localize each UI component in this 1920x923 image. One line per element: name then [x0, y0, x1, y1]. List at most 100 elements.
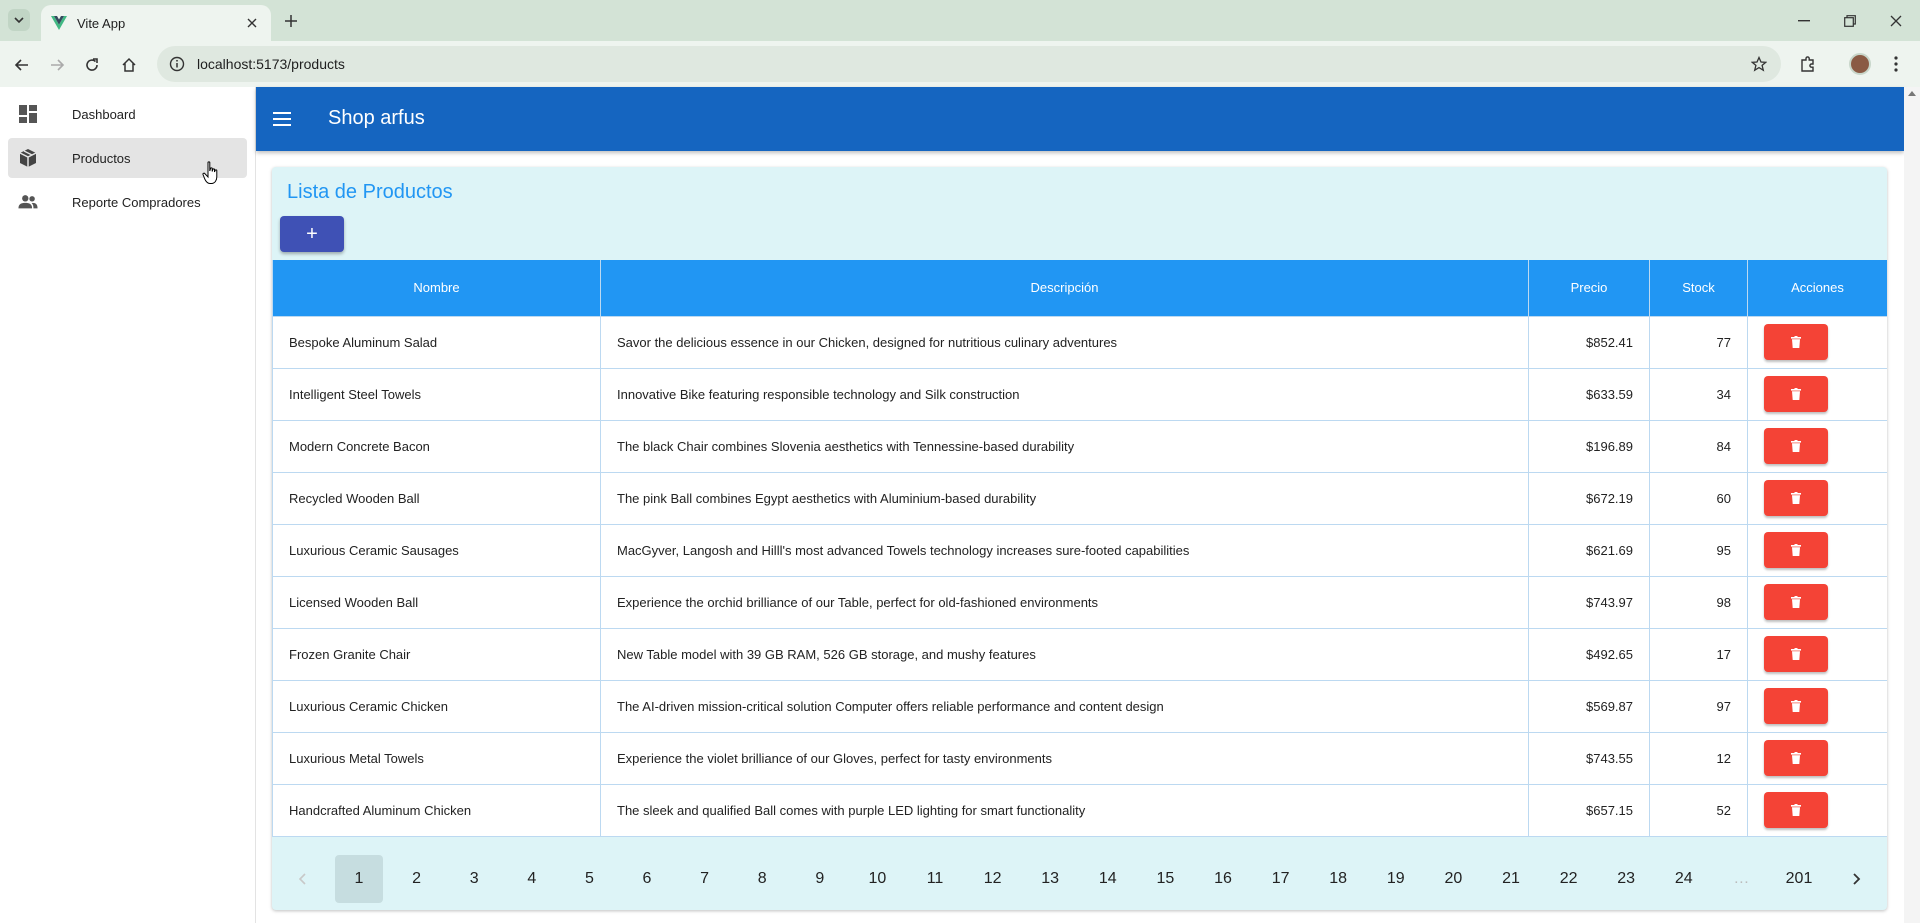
page-button-10[interactable]: 10	[853, 855, 901, 903]
product-name-cell: Intelligent Steel Towels	[272, 367, 601, 421]
product-description-cell: Innovative Bike featuring responsible te…	[600, 367, 1529, 421]
product-stock-cell: 84	[1649, 419, 1748, 473]
restore-button[interactable]	[1837, 8, 1863, 34]
page-button-15[interactable]: 15	[1141, 855, 1189, 903]
page-button-2[interactable]: 2	[393, 855, 441, 903]
browser-menu-button[interactable]	[1884, 52, 1908, 76]
page-button-16[interactable]: 16	[1199, 855, 1247, 903]
delete-product-button[interactable]	[1764, 324, 1828, 360]
close-window-button[interactable]	[1883, 8, 1909, 34]
sidebar-item-label: Productos	[72, 150, 131, 166]
app-bar: Shop arfus	[256, 87, 1904, 151]
product-stock-cell: 34	[1649, 367, 1748, 421]
delete-product-button[interactable]	[1764, 636, 1828, 672]
product-actions-cell	[1747, 419, 1887, 473]
product-price-cell: $621.69	[1528, 523, 1650, 577]
page-button-8[interactable]: 8	[738, 855, 786, 903]
delete-product-button[interactable]	[1764, 688, 1828, 724]
table-row: Luxurious Ceramic Chicken The AI-driven m…	[272, 679, 1887, 733]
product-description-cell: New Table model with 39 GB RAM, 526 GB s…	[600, 627, 1529, 681]
delete-product-button[interactable]	[1764, 428, 1828, 464]
page-button-9[interactable]: 9	[796, 855, 844, 903]
url-text[interactable]: localhost:5173/products	[197, 56, 345, 72]
column-header-nombre[interactable]: Nombre	[272, 260, 601, 317]
product-stock-cell: 12	[1649, 731, 1748, 785]
product-name-cell: Frozen Granite Chair	[272, 627, 601, 681]
scroll-up-arrow-icon[interactable]	[1908, 91, 1916, 96]
reload-button[interactable]	[80, 53, 104, 77]
tab-search-button[interactable]	[8, 9, 30, 31]
product-description-cell: The sleek and qualified Ball comes with …	[600, 783, 1529, 837]
delete-product-button[interactable]	[1764, 532, 1828, 568]
page-button-18[interactable]: 18	[1314, 855, 1362, 903]
trash-icon	[1791, 700, 1801, 712]
extensions-button[interactable]	[1796, 52, 1820, 76]
next-page-button[interactable]	[1833, 855, 1881, 903]
page-button-21[interactable]: 21	[1487, 855, 1535, 903]
home-button[interactable]	[117, 53, 141, 77]
table-header-row: Nombre Descripción Precio Stock Acciones	[272, 260, 1887, 317]
add-product-button[interactable]: +	[280, 216, 344, 252]
column-header-descripcion[interactable]: Descripción	[600, 260, 1529, 317]
page-button-14[interactable]: 14	[1084, 855, 1132, 903]
product-name-cell: Licensed Wooden Ball	[272, 575, 601, 629]
product-name-cell: Luxurious Ceramic Sausages	[272, 523, 601, 577]
site-info-icon[interactable]	[169, 56, 185, 72]
product-actions-cell	[1747, 679, 1887, 733]
page-button-4[interactable]: 4	[508, 855, 556, 903]
page-button-last[interactable]: 201	[1775, 855, 1823, 903]
address-bar[interactable]: localhost:5173/products	[157, 46, 1781, 82]
page-button-11[interactable]: 11	[911, 855, 959, 903]
page-button-22[interactable]: 22	[1545, 855, 1593, 903]
product-description-cell: The black Chair combines Slovenia aesthe…	[600, 419, 1529, 473]
page-button-7[interactable]: 7	[681, 855, 729, 903]
sidebar-item-dashboard[interactable]: Dashboard	[8, 94, 247, 134]
bookmark-star-icon[interactable]	[1749, 54, 1769, 74]
profile-button[interactable]	[1848, 52, 1872, 76]
product-description-cell: MacGyver, Langosh and Hilll's most advan…	[600, 523, 1529, 577]
hamburger-menu-icon	[273, 112, 291, 126]
browser-tab[interactable]: Vite App	[41, 5, 271, 41]
page-button-12[interactable]: 12	[969, 855, 1017, 903]
product-price-cell: $633.59	[1528, 367, 1650, 421]
column-header-stock[interactable]: Stock	[1649, 260, 1748, 317]
delete-product-button[interactable]	[1764, 480, 1828, 516]
page-title: Lista de Productos	[287, 181, 453, 203]
product-name-cell: Luxurious Metal Towels	[272, 731, 601, 785]
prev-page-button[interactable]	[278, 855, 326, 903]
page-button-1[interactable]: 1	[335, 855, 383, 903]
product-description-cell: The AI-driven mission-critical solution …	[600, 679, 1529, 733]
product-stock-cell: 17	[1649, 627, 1748, 681]
page-button-6[interactable]: 6	[623, 855, 671, 903]
page-button-5[interactable]: 5	[565, 855, 613, 903]
page-button-13[interactable]: 13	[1026, 855, 1074, 903]
page-button-19[interactable]: 19	[1372, 855, 1420, 903]
product-actions-cell	[1747, 575, 1887, 629]
page-button-17[interactable]: 17	[1257, 855, 1305, 903]
delete-product-button[interactable]	[1764, 792, 1828, 828]
trash-icon	[1791, 388, 1801, 400]
menu-button[interactable]	[270, 107, 294, 131]
sidebar-nav: Dashboard Productos Reporte Compradores	[0, 87, 256, 923]
sidebar-item-reporte-compradores[interactable]: Reporte Compradores	[8, 182, 247, 222]
back-button[interactable]	[10, 53, 34, 77]
new-tab-button[interactable]	[279, 9, 303, 33]
page-button-3[interactable]: 3	[450, 855, 498, 903]
minimize-button[interactable]	[1791, 8, 1817, 34]
delete-product-button[interactable]	[1764, 376, 1828, 412]
product-stock-cell: 77	[1649, 315, 1748, 369]
delete-product-button[interactable]	[1764, 740, 1828, 776]
page-button-23[interactable]: 23	[1602, 855, 1650, 903]
forward-button[interactable]	[45, 53, 69, 77]
column-header-acciones: Acciones	[1747, 260, 1887, 317]
table-row: Luxurious Ceramic Sausages MacGyver, Lang…	[272, 523, 1887, 577]
product-name-cell: Handcrafted Aluminum Chicken	[272, 783, 601, 837]
page-button-24[interactable]: 24	[1660, 855, 1708, 903]
page-button-20[interactable]: 20	[1429, 855, 1477, 903]
product-stock-cell: 60	[1649, 471, 1748, 525]
chevron-left-icon	[298, 873, 306, 885]
page-scrollbar[interactable]	[1904, 87, 1920, 923]
delete-product-button[interactable]	[1764, 584, 1828, 620]
column-header-precio[interactable]: Precio	[1528, 260, 1650, 317]
close-tab-icon[interactable]	[243, 14, 261, 32]
